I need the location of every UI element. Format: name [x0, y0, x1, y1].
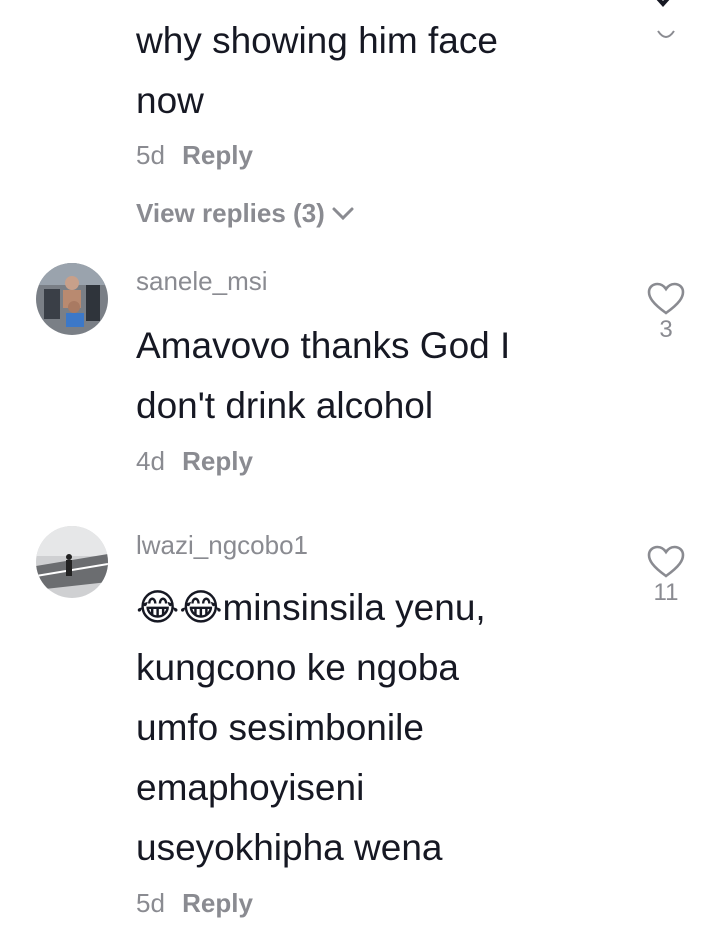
heart-outline-icon[interactable] — [656, 28, 676, 40]
like-count: 3 — [659, 316, 673, 343]
comment-meta: 5d Reply — [136, 140, 253, 171]
chevron-down-icon — [331, 198, 355, 229]
heart-outline-icon — [646, 282, 686, 316]
comment-time: 4d — [136, 446, 165, 476]
comment-text: 😂😂minsinsila yenu, kungcono ke ngoba umf… — [136, 578, 486, 878]
comment-meta: 4d Reply — [136, 446, 253, 477]
username[interactable]: lwazi_ngcobo1 — [136, 530, 308, 561]
comment-time: 5d — [136, 888, 165, 918]
reply-button[interactable]: Reply — [182, 446, 253, 476]
reply-button[interactable]: Reply — [182, 140, 253, 170]
heart-outline-icon — [646, 545, 686, 579]
comment-text-line: 😂😂minsinsila yenu, — [136, 578, 486, 638]
comment-text-line: emaphoyiseni — [136, 767, 365, 808]
comment-text-line: Amavovo thanks God I — [136, 325, 511, 366]
laughing-emoji: 😂😂 — [136, 587, 223, 628]
comment-text-line: kungcono ke ngoba — [136, 647, 459, 688]
like-button[interactable]: 11 — [646, 545, 686, 607]
comment-meta: 5d Reply — [136, 888, 253, 919]
username[interactable]: sanele_msi — [136, 266, 268, 297]
close-icon[interactable] — [648, 0, 678, 16]
comment-text-line: useyokhipha wena — [136, 827, 443, 868]
comment-text: Amavovo thanks God I don't drink alcohol — [136, 316, 510, 436]
comment-text: why showing him face now — [136, 11, 498, 131]
view-replies-label: View replies (3) — [136, 198, 325, 228]
comment-time: 5d — [136, 140, 165, 170]
comment-text-line: minsinsila yenu, — [222, 587, 486, 628]
avatar[interactable] — [36, 526, 108, 598]
comment-text-line: umfo sesimbonile — [136, 707, 424, 748]
like-count: 11 — [653, 579, 679, 606]
view-replies-button[interactable]: View replies (3) — [136, 198, 355, 229]
comment-text-line: why showing him face — [136, 20, 498, 61]
comment-text-line: now — [136, 80, 204, 121]
like-button[interactable]: 3 — [646, 282, 686, 344]
avatar[interactable] — [36, 263, 108, 335]
comment-text-line: don't drink alcohol — [136, 385, 434, 426]
reply-button[interactable]: Reply — [182, 888, 253, 918]
